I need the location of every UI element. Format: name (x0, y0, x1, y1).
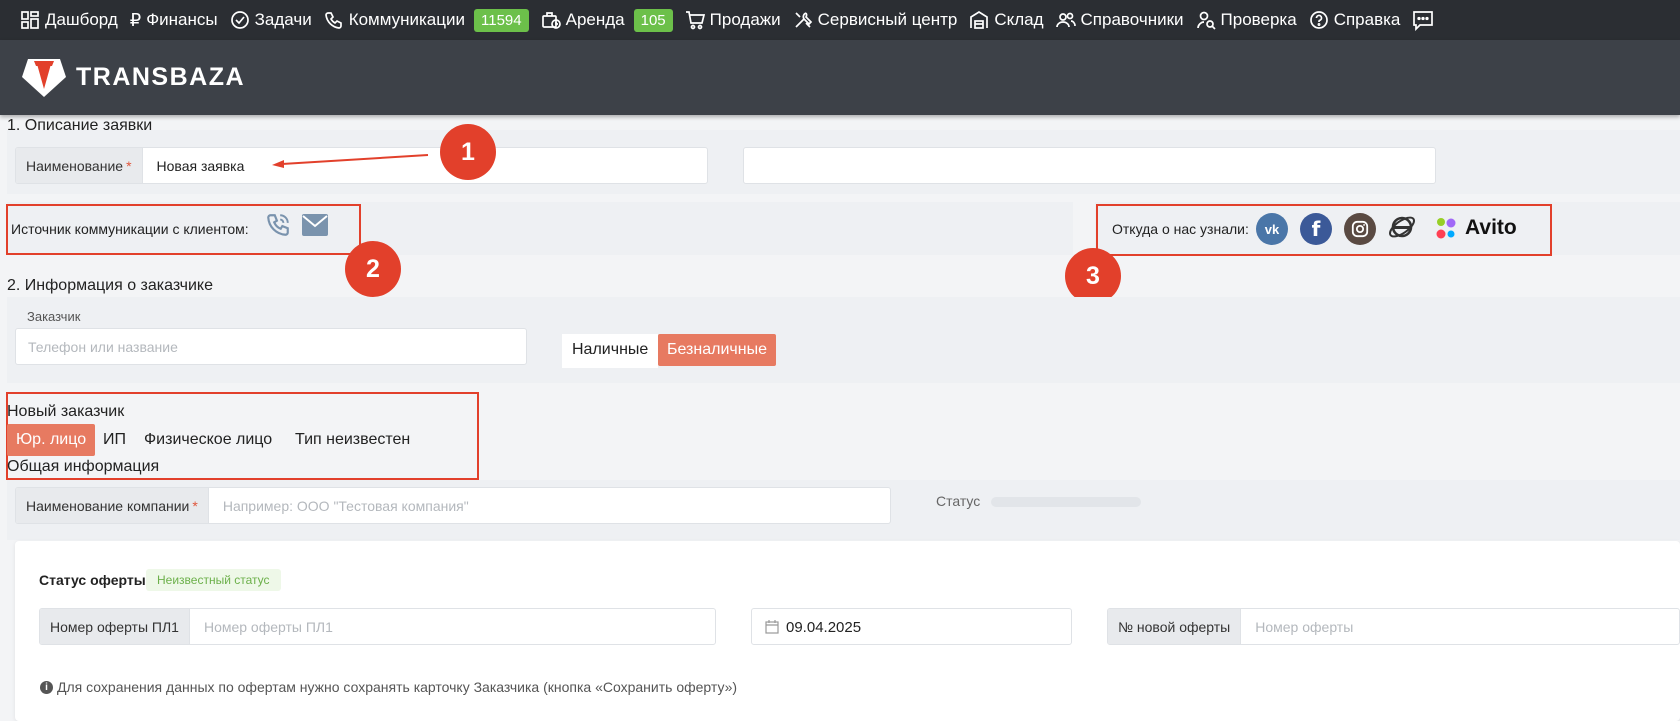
facebook-icon[interactable]: f (1300, 213, 1332, 245)
status-placeholder-bar (991, 497, 1141, 507)
section-title: 2. Информация о заказчике (7, 277, 213, 294)
warehouse-icon (970, 10, 989, 29)
nav-tasks[interactable]: Задачи (230, 10, 312, 30)
nav-label: Продажи (709, 10, 781, 29)
source-label: Источник коммуникации с клиентом: (11, 221, 249, 237)
label-text: Наименование (26, 157, 124, 174)
company-name-field[interactable]: Наименование компании * Например: ООО "Те… (15, 487, 891, 524)
ruble-icon: ₽ (129, 9, 142, 30)
vk-icon[interactable]: vk (1256, 213, 1288, 245)
nav-dashboard[interactable]: Дашборд (20, 10, 118, 30)
app-header: TRANSBAZA (0, 40, 1680, 115)
nav-label: Задачи (254, 10, 312, 29)
nav-label: Склад (994, 10, 1044, 29)
referral-label: Откуда о нас узнали: (1112, 221, 1249, 237)
check-circle-icon (230, 11, 249, 29)
offer-info-text: Для сохранения данных по офертам нужно с… (57, 679, 738, 695)
payment-cash-toggle[interactable]: Наличные (563, 334, 657, 366)
envelope-icon[interactable] (302, 214, 328, 236)
company-name-input[interactable]: Например: ООО "Тестовая компания" (209, 488, 890, 523)
general-info-title: Общая информация (7, 458, 160, 475)
nav-label: Коммуникации (348, 10, 465, 29)
required-marker: * (192, 497, 198, 514)
nav-label: Аренда (565, 10, 625, 29)
callout-2: 2 (345, 241, 401, 297)
nav-label: Финансы (146, 10, 218, 29)
name-field-label: Наименование * (16, 148, 143, 183)
nav-references[interactable]: Справочники (1055, 10, 1184, 30)
type-legal-entity[interactable]: Юр. лицо (7, 424, 96, 456)
briefcase-clock-icon (541, 12, 561, 29)
nav-rent[interactable]: Аренда 105 (541, 8, 673, 32)
type-ip[interactable]: ИП (94, 424, 135, 456)
new-offer-number-input[interactable]: Номер оферты (1241, 609, 1679, 644)
secondary-input[interactable] (743, 147, 1436, 184)
offer-number-field[interactable]: Номер оферты ПЛ1 Номер оферты ПЛ1 (39, 608, 716, 645)
nav-label: Проверка (1220, 10, 1297, 29)
user-search-icon (1196, 11, 1216, 30)
payment-cashless-toggle[interactable]: Безналичные (658, 334, 776, 366)
nav-finance[interactable]: ₽ Финансы (130, 10, 218, 31)
nav-label: Справка (1333, 10, 1401, 29)
nav-label: Дашборд (45, 10, 118, 29)
offer-number-input[interactable]: Номер оферты ПЛ1 (190, 609, 715, 644)
new-offer-number-field[interactable]: № новой оферты Номер оферты (1107, 608, 1680, 645)
calendar-icon (765, 620, 779, 634)
new-customer-title: Новый заказчик (7, 403, 125, 420)
users-icon (1055, 12, 1076, 28)
tools-icon (795, 12, 812, 28)
customer-placeholder: Телефон или название (28, 339, 178, 355)
customer-label: Заказчик (27, 309, 81, 324)
communications-count-badge: 11594 (474, 8, 529, 32)
status-label: Статус (936, 493, 981, 509)
offer-status-label: Статус оферты: (39, 572, 151, 588)
phone-icon[interactable] (265, 212, 291, 238)
top-navigation: Дашборд ₽ Финансы Задачи Коммуникации 11… (0, 0, 1680, 40)
nav-warehouse[interactable]: Склад (969, 10, 1044, 30)
nav-label: Сервисный центр (817, 10, 958, 29)
question-icon (1309, 11, 1328, 29)
chat-button[interactable] (1412, 9, 1439, 31)
dashboard-icon (21, 11, 39, 29)
info-icon: i (40, 681, 53, 694)
new-offer-number-label: № новой оферты (1108, 609, 1242, 644)
avito-label[interactable]: Avito (1465, 216, 1517, 240)
phone-icon (324, 12, 342, 29)
callout-1: 1 (440, 124, 496, 180)
rent-count-badge: 105 (633, 8, 673, 32)
cart-icon (685, 11, 705, 30)
callout-3: 3 (1065, 248, 1121, 304)
company-name-label: Наименование компании * (16, 488, 209, 523)
instagram-icon[interactable] (1344, 213, 1376, 245)
offer-date-value: 09.04.2025 (786, 619, 862, 636)
nav-communications[interactable]: Коммуникации 11594 (324, 8, 529, 32)
nav-sales[interactable]: Продажи (685, 10, 781, 30)
nav-label: Справочники (1080, 10, 1184, 29)
type-individual[interactable]: Физическое лицо (135, 424, 281, 456)
nav-service-center[interactable]: Сервисный центр (793, 10, 958, 30)
avito-logo-icon[interactable] (1436, 217, 1458, 241)
internet-explorer-icon[interactable] (1386, 211, 1418, 243)
offer-status-badge: Неизвестный статус (146, 569, 281, 591)
annotation-arrow (272, 154, 429, 168)
required-marker: * (126, 157, 132, 174)
chat-icon (1413, 11, 1434, 31)
label-text: Наименование компании (26, 497, 190, 514)
customer-input[interactable]: Телефон или название (15, 328, 527, 365)
logo-text: TRANSBAZA (76, 63, 246, 91)
transbaza-logo-icon[interactable] (20, 55, 68, 101)
nav-help[interactable]: Справка (1309, 10, 1401, 30)
type-unknown[interactable]: Тип неизвестен (286, 424, 419, 456)
nav-check[interactable]: Проверка (1196, 10, 1297, 30)
offer-date-input[interactable]: 09.04.2025 (751, 608, 1072, 645)
offer-number-label: Номер оферты ПЛ1 (40, 609, 190, 644)
